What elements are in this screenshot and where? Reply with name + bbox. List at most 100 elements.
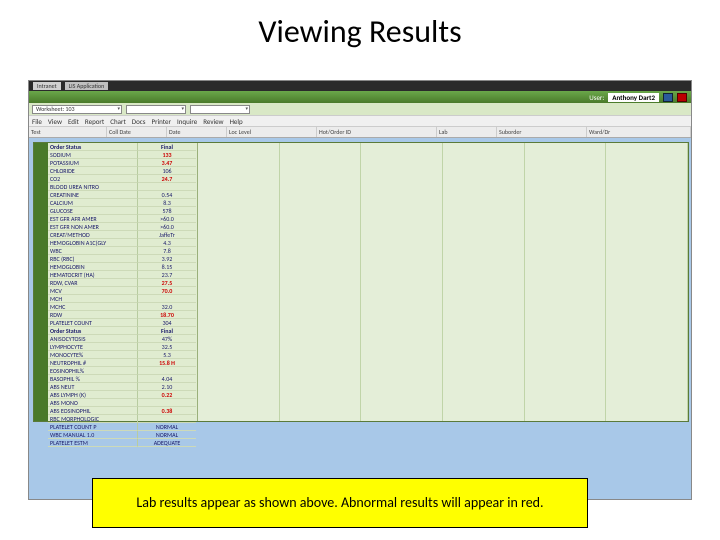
result-value (138, 295, 196, 303)
menu-file[interactable]: File (32, 117, 42, 126)
result-label: CO2 (48, 175, 138, 183)
result-value: JaffeTr (138, 231, 196, 239)
result-label: MCV (48, 287, 138, 295)
col-header[interactable]: Date (167, 127, 227, 137)
menu-chart[interactable]: Chart (110, 117, 126, 126)
menu-inquire[interactable]: Inquire (177, 117, 197, 126)
result-value: Final (138, 143, 196, 151)
result-row: MCH (48, 295, 197, 303)
result-row: RBC MORPHOLOGIC (48, 415, 197, 423)
result-value: 18.70 (138, 311, 196, 319)
result-label: Order Status (48, 327, 138, 335)
menu-printer[interactable]: Printer (152, 117, 171, 126)
worksheet-select[interactable]: Worksheet: 103 (32, 105, 122, 114)
result-label: WBC (48, 247, 138, 255)
result-value: 578 (138, 207, 196, 215)
result-row: SODIUM133 (48, 151, 197, 159)
result-row: ABS NEUT2.10 (48, 383, 197, 391)
result-label: MCH (48, 295, 138, 303)
result-row: POTASSIUM3.47 (48, 159, 197, 167)
col-header[interactable]: Test (29, 127, 107, 137)
app-header: User: Anthony Dart2 (29, 91, 691, 103)
result-row: ABS MONO (48, 399, 197, 407)
filter-select[interactable] (126, 105, 186, 114)
result-label: RBC (RBC) (48, 255, 138, 263)
result-row: RBC (RBC)3.92 (48, 255, 197, 263)
col-header[interactable]: Hot/Order ID (317, 127, 437, 137)
browser-tab-bar: Intranet LIS Application (29, 81, 691, 91)
result-value: 24.7 (138, 175, 196, 183)
result-row: EOSINOPHIL% (48, 367, 197, 375)
result-row: EST GFR NON AMER>60.0 (48, 223, 197, 231)
menu-docs[interactable]: Docs (132, 117, 146, 126)
user-name: Anthony Dart2 (608, 93, 659, 102)
result-value (138, 183, 196, 191)
col-header[interactable]: Loc Level (227, 127, 317, 137)
result-value: 133 (138, 151, 196, 159)
col-header[interactable]: Suborder (497, 127, 587, 137)
result-label: ABS MONO (48, 399, 138, 407)
menu-view[interactable]: View (48, 117, 62, 126)
menu-report[interactable]: Report (85, 117, 104, 126)
result-row: CREATININE0.54 (48, 191, 197, 199)
result-value: 8.15 (138, 263, 196, 271)
result-label: ABS LYMPH (K) (48, 391, 138, 399)
browser-tab[interactable]: LIS Application (65, 82, 109, 90)
result-value: >60.0 (138, 215, 196, 223)
result-row: ANISOCYTOSIS47% (48, 335, 197, 343)
result-label: CREAT/METHOD (48, 231, 138, 239)
result-row: MONOCYTE%5.3 (48, 351, 197, 359)
panel-left-stub (34, 143, 48, 421)
worksheet-bar: Worksheet: 103 (29, 103, 691, 115)
caption-box: Lab results appear as shown above. Abnor… (92, 478, 588, 528)
result-value: 3.92 (138, 255, 196, 263)
result-value: 4.3 (138, 239, 196, 247)
result-value: Final (138, 327, 196, 335)
result-label: Order Status (48, 143, 138, 151)
column-headers: Test Coll Date Date Loc Level Hot/Order … (29, 127, 691, 138)
col-header[interactable]: Coll Date (107, 127, 167, 137)
browser-tab[interactable]: Intranet (33, 82, 61, 90)
result-row: ABS LYMPH (K)0.22 (48, 391, 197, 399)
result-label: LYMPHOCYTE (48, 343, 138, 351)
result-label: CALCIUM (48, 199, 138, 207)
result-value: 0.22 (138, 391, 196, 399)
result-label: HEMATOCRIT (HA) (48, 271, 138, 279)
menubar: File View Edit Report Chart Docs Printer… (29, 115, 691, 127)
result-value: 3.47 (138, 159, 196, 167)
result-row: HEMOGLOBIN8.15 (48, 263, 197, 271)
result-row: NEUTROPHIL #15.8 H (48, 359, 197, 367)
result-value (138, 367, 196, 375)
result-label: EOSINOPHIL% (48, 367, 138, 375)
menu-review[interactable]: Review (203, 117, 223, 126)
result-label: CHLORIDE (48, 167, 138, 175)
result-row: CO224.7 (48, 175, 197, 183)
result-row: PLATELET COUNT PNORMAL (48, 423, 197, 431)
close-icon[interactable] (677, 93, 687, 102)
result-value: 15.8 H (138, 359, 196, 367)
col-header[interactable]: Lab (437, 127, 497, 137)
col-header[interactable]: Ward/Dr (587, 127, 691, 137)
filter-select[interactable] (190, 105, 250, 114)
result-value: 32.0 (138, 303, 196, 311)
result-value: 70.0 (138, 287, 196, 295)
result-row: RDW, CVAR27.5 (48, 279, 197, 287)
result-row: HEMATOCRIT (HA)23.7 (48, 271, 197, 279)
result-row: PLATELET ESTMADEQUATE (48, 439, 197, 447)
result-row: ABS EOSINOPHIL0.38 (48, 407, 197, 415)
result-label: BASOPHIL % (48, 375, 138, 383)
result-label: EST GFR AFR AMER (48, 215, 138, 223)
result-label: WBC MANUAL 1.0 (48, 431, 138, 439)
lock-icon[interactable] (663, 93, 673, 102)
result-row: PLATELET COUNT304 (48, 319, 197, 327)
menu-help[interactable]: Help (230, 117, 243, 126)
result-label: HEMOGLOBIN A1C(GLY (48, 239, 138, 247)
menu-edit[interactable]: Edit (68, 117, 79, 126)
result-row: Order StatusFinal (48, 327, 197, 335)
result-row: RDW18.70 (48, 311, 197, 319)
result-row: LYMPHOCYTE32.5 (48, 343, 197, 351)
result-row: BLOOD UREA NITRO (48, 183, 197, 191)
result-label: PLATELET COUNT (48, 319, 138, 327)
result-label: RDW (48, 311, 138, 319)
result-label: NEUTROPHIL # (48, 359, 138, 367)
